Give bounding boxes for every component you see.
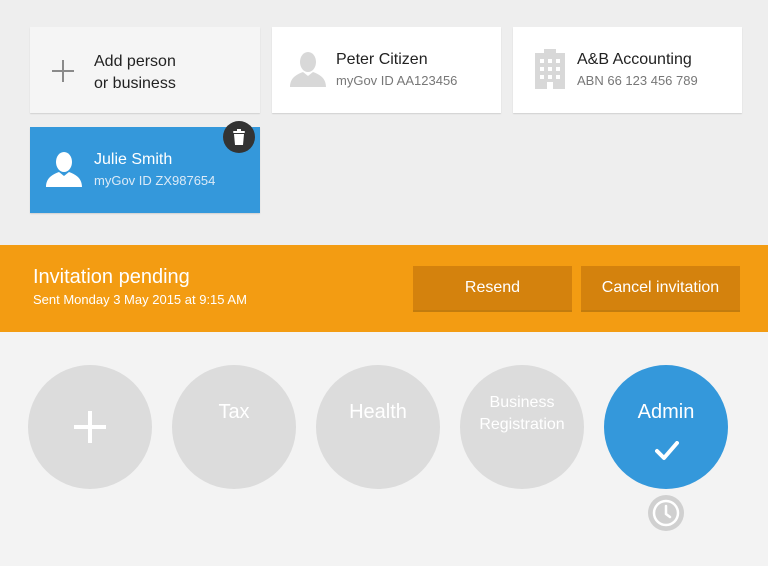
resend-button[interactable]: Resend xyxy=(413,266,572,310)
invitation-banner: Invitation pending Sent Monday 3 May 201… xyxy=(0,245,768,332)
banner-subtitle: Sent Monday 3 May 2015 at 9:15 AM xyxy=(33,292,247,307)
add-person-label: Add person or business xyxy=(94,51,176,95)
add-person-line2: or business xyxy=(94,75,176,92)
add-service-button[interactable] xyxy=(28,365,152,489)
person-name: Julie Smith xyxy=(94,151,173,168)
business-name: A&B Accounting xyxy=(577,51,692,68)
person-icon xyxy=(288,51,328,92)
person-id: myGov ID AA123456 xyxy=(336,73,458,88)
person-id: myGov ID ZX987654 xyxy=(94,173,216,188)
add-person-line1: Add person xyxy=(94,53,176,70)
service-label: Health xyxy=(349,401,407,423)
person-card-peter-citizen[interactable]: Peter Citizen myGov ID AA123456 xyxy=(272,27,501,113)
clock-icon xyxy=(648,495,684,536)
person-card-julie-smith[interactable]: Julie Smith myGov ID ZX987654 xyxy=(30,121,260,213)
service-label: Admin xyxy=(637,401,695,423)
service-label-line1: Business xyxy=(489,394,555,411)
service-label: Business Registration xyxy=(460,392,584,436)
people-panel: Add person or business Peter Citizen myG… xyxy=(0,0,768,245)
service-tax[interactable]: Tax xyxy=(172,365,296,489)
service-admin[interactable]: Admin xyxy=(604,365,728,489)
person-icon xyxy=(44,151,84,192)
add-person-card[interactable]: Add person or business xyxy=(30,27,260,113)
business-abn: ABN 66 123 456 789 xyxy=(577,73,698,88)
delete-trash-icon[interactable] xyxy=(223,121,255,158)
services-panel: Tax Health Business Registration Admin xyxy=(0,332,768,566)
banner-title: Invitation pending xyxy=(33,266,190,288)
building-icon xyxy=(535,49,565,94)
service-health[interactable]: Health xyxy=(316,365,440,489)
cancel-invitation-button[interactable]: Cancel invitation xyxy=(581,266,740,310)
plus-icon xyxy=(74,411,106,448)
service-label: Tax xyxy=(218,401,250,423)
checkmark-icon xyxy=(655,441,679,466)
service-label-line2: Registration xyxy=(479,416,565,433)
person-name: Peter Citizen xyxy=(336,51,428,68)
service-business-registration[interactable]: Business Registration xyxy=(460,365,584,489)
business-card-ab-accounting[interactable]: A&B Accounting ABN 66 123 456 789 xyxy=(513,27,742,113)
